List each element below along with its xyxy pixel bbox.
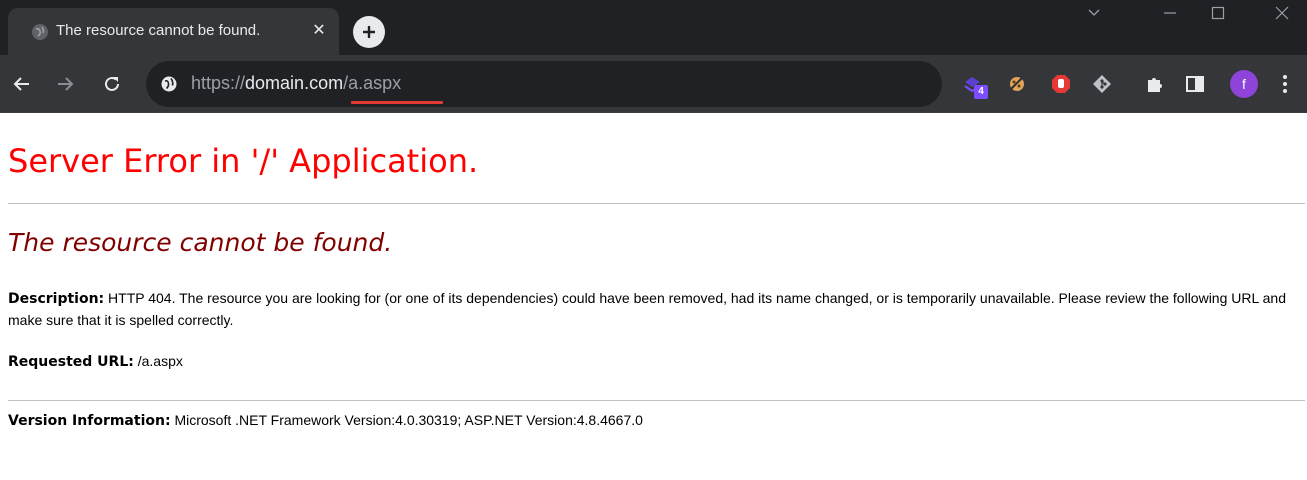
url-scheme: https://: [191, 73, 246, 93]
profile-avatar[interactable]: f: [1230, 70, 1258, 98]
requested-url-value: /a.aspx: [137, 353, 183, 369]
version-value: Microsoft .NET Framework Version:4.0.303…: [174, 412, 643, 428]
tab-search-icon[interactable]: [1070, 0, 1118, 26]
plus-icon: [363, 26, 375, 38]
git-extension-icon[interactable]: [1090, 72, 1114, 96]
page-content: Server Error in '/' Application. The res…: [0, 114, 1307, 480]
address-bar[interactable]: https://domain.com/a.aspx: [146, 61, 942, 107]
extension-badge: 4: [974, 85, 988, 99]
error-subheading: The resource cannot be found.: [8, 228, 393, 257]
stack-extension-icon[interactable]: 4: [962, 72, 988, 99]
url-text: https://domain.com/a.aspx: [191, 73, 401, 94]
browser-menu-icon[interactable]: [1275, 71, 1295, 97]
close-window-icon[interactable]: [1258, 0, 1306, 26]
requested-url-label: Requested URL:: [8, 354, 134, 370]
new-tab-button[interactable]: [353, 16, 385, 48]
cookie-extension-icon[interactable]: [1005, 72, 1029, 96]
tab-title: The resource cannot be found.: [56, 22, 261, 39]
divider: [8, 400, 1305, 401]
requested-url-paragraph: Requested URL: /a.aspx: [8, 351, 183, 373]
stop-hand-extension-icon[interactable]: [1049, 72, 1073, 96]
tab-close-icon[interactable]: ✕: [309, 21, 329, 41]
url-path-underline: [351, 101, 443, 104]
tab-strip: The resource cannot be found. ✕: [0, 0, 1307, 55]
browser-toolbar: https://domain.com/a.aspx 4 f: [0, 55, 1307, 113]
url-host: domain.com: [245, 73, 344, 93]
description-label: Description:: [8, 291, 105, 307]
version-info-paragraph: Version Information: Microsoft .NET Fram…: [8, 410, 643, 432]
reload-icon[interactable]: [96, 68, 128, 100]
divider: [8, 203, 1305, 204]
active-tab[interactable]: The resource cannot be found. ✕: [8, 8, 339, 55]
forward-icon[interactable]: [49, 68, 81, 100]
version-label: Version Information:: [8, 413, 171, 429]
site-info-icon[interactable]: [160, 75, 178, 93]
description-paragraph: Description: HTTP 404. The resource you …: [8, 288, 1305, 331]
url-path: /a.aspx: [343, 73, 402, 93]
puzzle-icon[interactable]: [1143, 72, 1167, 96]
side-panel-icon[interactable]: [1183, 72, 1207, 96]
maximize-icon[interactable]: [1194, 0, 1242, 26]
page-title: Server Error in '/' Application.: [8, 142, 479, 180]
back-icon[interactable]: [6, 68, 38, 100]
minimize-icon[interactable]: [1146, 0, 1194, 26]
description-text: HTTP 404. The resource you are looking f…: [8, 290, 1287, 328]
globe-icon: [32, 24, 48, 40]
